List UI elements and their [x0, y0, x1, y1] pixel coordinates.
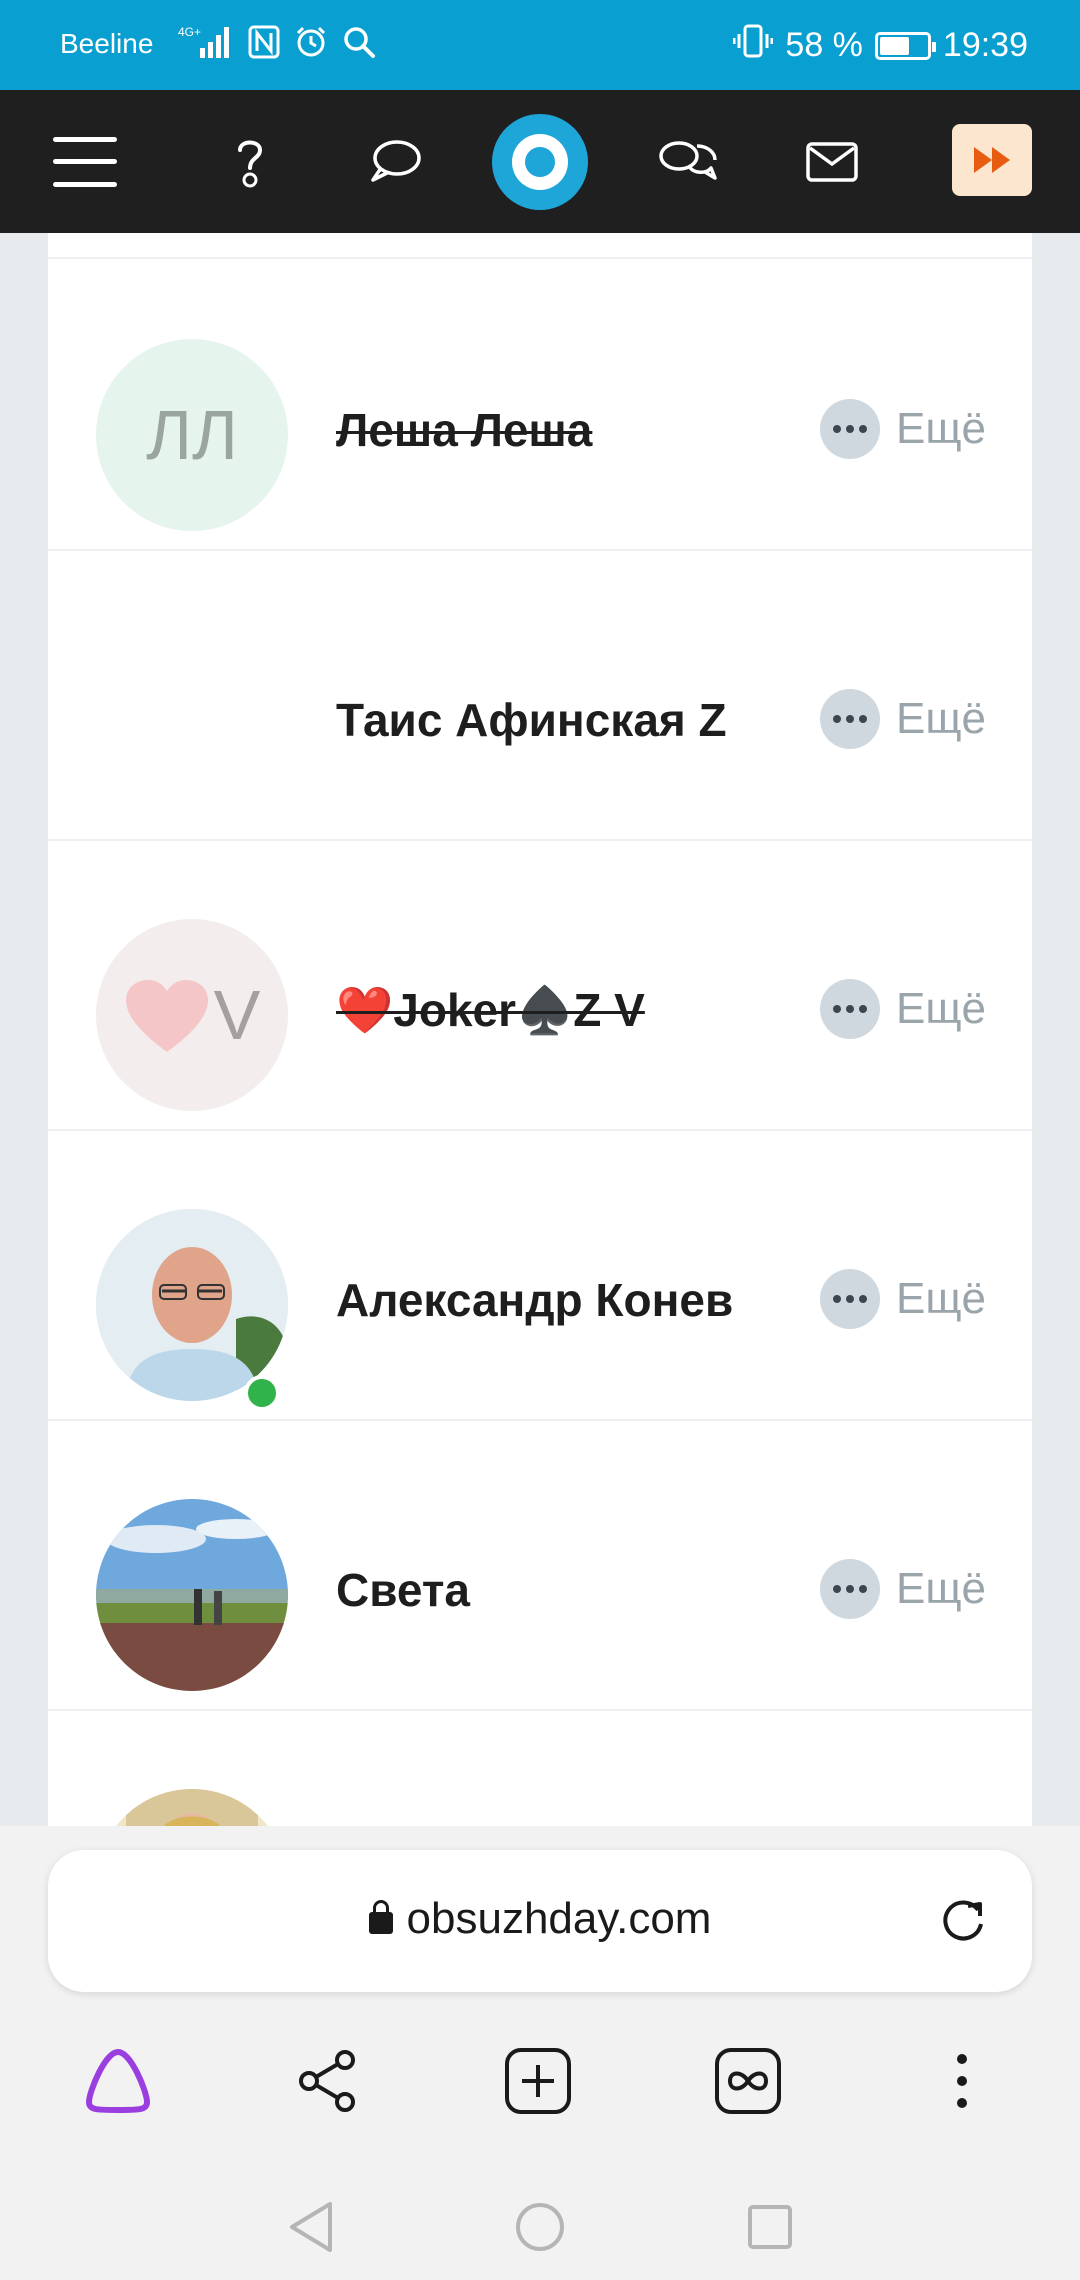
tabs-button[interactable] — [698, 2026, 798, 2136]
search-icon — [342, 25, 376, 64]
more-vertical-icon — [957, 2054, 967, 2108]
status-bar: Beeline 4G+ 58 % 19:39 — [0, 0, 1080, 90]
avatar[interactable]: ЛЛ — [96, 339, 288, 531]
address-bar[interactable]: obsuzhday.com — [48, 1850, 1032, 1992]
questions-button[interactable] — [222, 90, 278, 233]
more-button[interactable]: Ещё — [819, 1559, 986, 1619]
app-header — [0, 90, 1080, 233]
share-button[interactable] — [278, 2026, 378, 2136]
alarm-icon — [294, 25, 328, 64]
avatar-photo[interactable] — [96, 1499, 288, 1691]
more-label: Ещё — [895, 1564, 986, 1613]
url-display[interactable]: obsuzhday.com — [48, 1894, 1032, 1944]
user-name[interactable]: Света — [336, 1563, 470, 1617]
avatar-photo[interactable] — [96, 1209, 288, 1401]
list-item[interactable]: Александр Конев Ещё — [48, 1131, 1032, 1421]
avatar-initials: ЛЛ — [146, 396, 238, 474]
fast-forward-button[interactable] — [952, 124, 1032, 196]
more-label: Ещё — [895, 1274, 986, 1323]
network-type: 4G+ — [178, 25, 201, 39]
alice-icon — [86, 2049, 150, 2113]
infinity-box-icon — [715, 2048, 781, 2114]
logo — [492, 113, 588, 210]
list-item[interactable]: Света Ещё — [48, 1421, 1032, 1711]
menu-button[interactable] — [52, 90, 118, 233]
back-triangle-icon — [290, 2202, 332, 2252]
more-dots-icon — [819, 979, 880, 1039]
browser-menu-button[interactable] — [912, 2026, 1012, 2136]
user-name[interactable]: Александр Конев — [336, 1273, 733, 1327]
status-left-icons: 4G+ — [178, 24, 376, 65]
more-button[interactable]: Ещё — [819, 979, 986, 1039]
discussions-button[interactable] — [656, 90, 718, 233]
home-circle-icon — [516, 2203, 564, 2251]
user-name[interactable]: Таис Афинская Z — [336, 693, 727, 747]
share-icon — [299, 2050, 355, 2112]
plus-box-icon — [505, 2048, 571, 2114]
avatar-initials: V — [213, 976, 261, 1054]
chats-icon — [659, 140, 717, 180]
chat-bubble-icon — [371, 139, 421, 182]
signal-icon: 4G+ — [178, 24, 234, 65]
clock: 19:39 — [942, 26, 1028, 64]
more-button[interactable]: Ещё — [819, 689, 986, 749]
previous-row-edge — [48, 233, 1032, 259]
list-item[interactable] — [48, 1711, 1032, 1826]
person-photo — [96, 1209, 288, 1401]
reload-button[interactable] — [938, 1896, 988, 1951]
new-tab-button[interactable] — [488, 2026, 588, 2136]
mail-icon — [806, 141, 858, 182]
more-label: Ещё — [895, 694, 986, 743]
back-button[interactable] — [270, 2174, 350, 2280]
battery-percent: 58 % — [785, 26, 863, 64]
menu-icon — [53, 136, 117, 187]
person-photo — [96, 1789, 288, 1826]
more-label: Ещё — [895, 404, 986, 453]
url-text: obsuzhday.com — [406, 1894, 712, 1943]
recents-square-icon — [748, 2205, 792, 2249]
avatar-photo[interactable] — [96, 1789, 288, 1826]
user-name[interactable]: Леша Леша — [336, 403, 592, 457]
mail-button[interactable] — [802, 90, 862, 233]
status-right: 58 % 19:39 — [732, 24, 1028, 67]
vibrate-icon — [732, 24, 774, 67]
fast-forward-icon — [974, 147, 1010, 173]
messages-button[interactable] — [366, 90, 426, 233]
browser-toolbar — [0, 2026, 1080, 2136]
more-button[interactable]: Ещё — [819, 1269, 986, 1329]
more-dots-icon — [819, 1559, 880, 1619]
user-name[interactable]: ❤️Joker♠️Z V — [336, 983, 645, 1038]
battery-icon — [874, 31, 936, 60]
alice-button[interactable] — [68, 2026, 168, 2136]
home-button[interactable] — [500, 2174, 580, 2280]
more-button[interactable]: Ещё — [819, 399, 986, 459]
question-icon — [238, 140, 263, 187]
more-dots-icon — [819, 399, 880, 459]
users-list: ЛЛ Леша Леша Ещё Таис Афинская Z Ещё V ❤… — [48, 233, 1032, 1826]
browser-chrome: obsuzhday.com — [0, 1826, 1080, 2280]
heart-icon — [125, 980, 208, 1052]
list-item[interactable]: ЛЛ Леша Леша Ещё — [48, 261, 1032, 551]
online-indicator — [244, 1375, 280, 1411]
reload-icon — [943, 1900, 983, 1941]
landscape-photo — [96, 1499, 288, 1691]
lock-icon — [368, 1900, 393, 1934]
recents-button[interactable] — [730, 2174, 810, 2280]
carrier-label: Beeline — [60, 28, 154, 59]
more-label: Ещё — [895, 984, 986, 1033]
list-item[interactable]: Таис Афинская Z Ещё — [48, 551, 1032, 841]
more-dots-icon — [819, 689, 880, 749]
home-logo-button[interactable] — [490, 90, 590, 233]
list-item[interactable]: V ❤️Joker♠️Z V Ещё — [48, 841, 1032, 1131]
nfc-icon — [248, 25, 280, 64]
battery-fill — [879, 36, 909, 55]
system-navigation-bar — [0, 2174, 1080, 2280]
avatar[interactable]: V — [96, 919, 288, 1111]
more-dots-icon — [819, 1269, 880, 1329]
